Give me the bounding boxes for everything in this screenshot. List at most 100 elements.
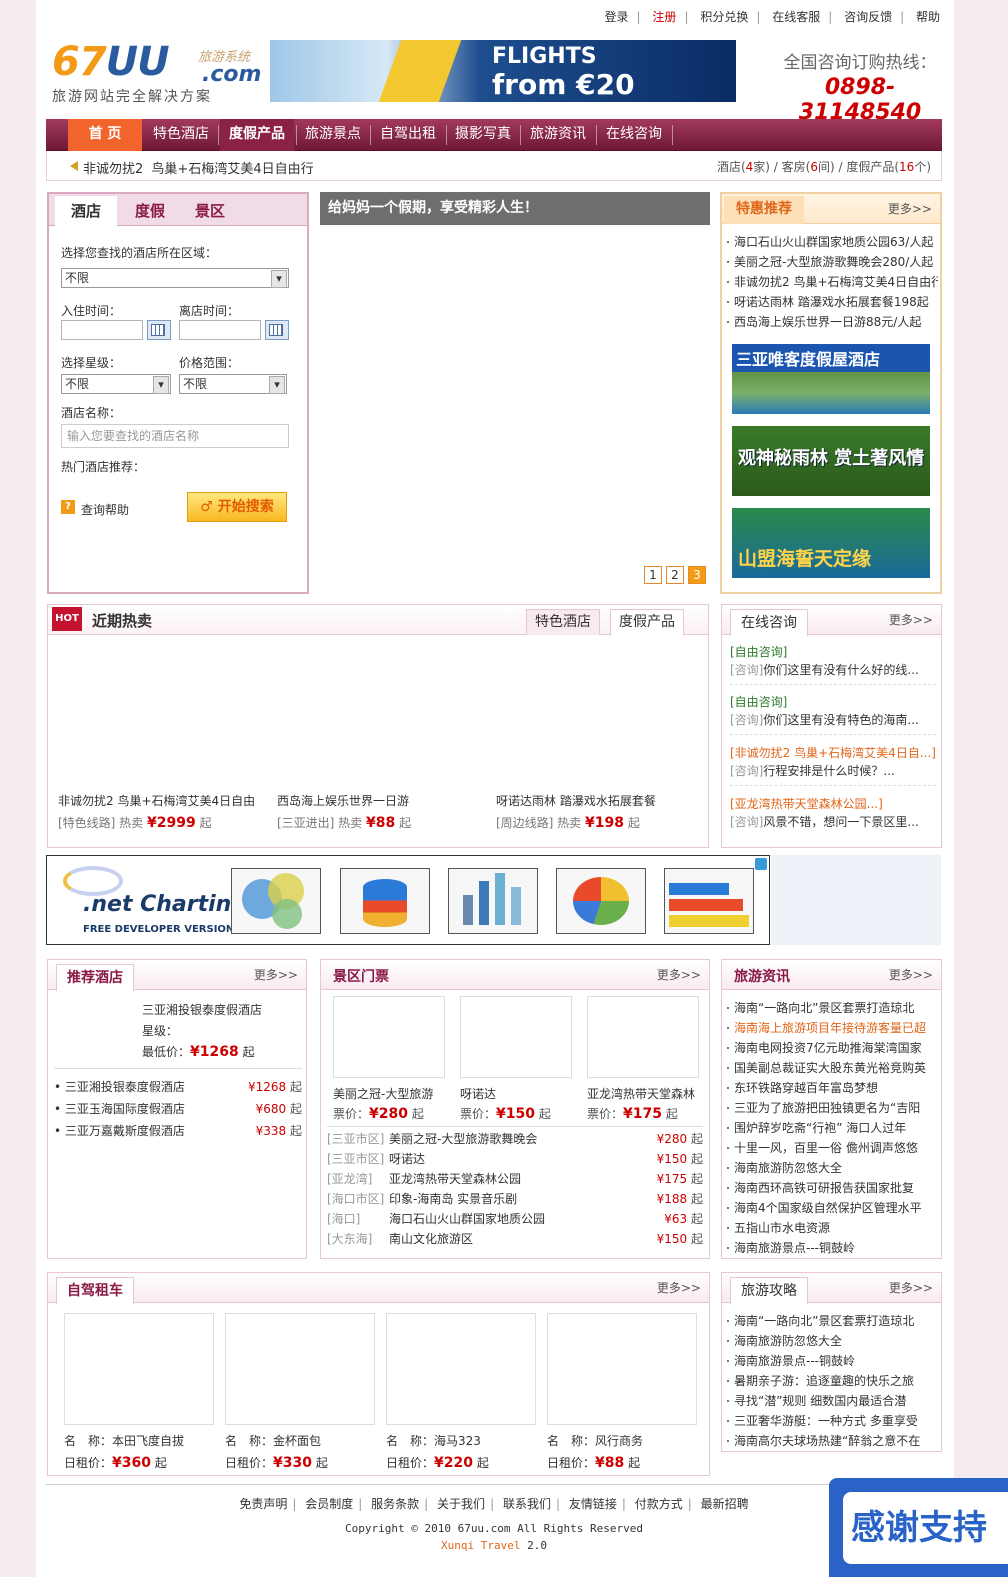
thanks-float-banner[interactable]: 感谢支持 [829,1478,1008,1577]
list-item[interactable]: 围炉辞岁吃斋“行袍” 海口人过年 [726,1118,936,1138]
product-name[interactable]: 呀诺达雨林 踏瀑戏水拓展套餐 [496,791,706,811]
login-link[interactable]: 登录 [605,10,629,24]
register-link[interactable]: 注册 [652,10,676,24]
consult-item[interactable]: [非诚勿扰2 鸟巢+石梅湾艾美4日自...] [咨询]行程安排是什么时候？... [730,744,936,786]
list-item[interactable]: 国美副总裁证实大股东黄光裕竞购英 [726,1058,936,1078]
slideshow[interactable]: 给妈妈一个假期，享受精彩人生！ 123 [320,192,710,592]
list-item[interactable]: 海南海上旅游项目年接待游客量已超 [726,1018,936,1038]
list-item[interactable]: 海南“一路向北”景区套票打造琼北 [726,998,936,1018]
car-card[interactable]: 名 称：海马323 日租价：¥220 起 [386,1313,536,1473]
hotel-name-input[interactable]: 输入您要查找的酒店名称 [61,424,289,448]
footer-link[interactable]: 最新招聘 [701,1497,749,1511]
car-card[interactable]: 名 称：风行商务 日租价：¥88 起 [547,1313,697,1473]
cars-more-link[interactable]: 更多>> [657,1279,701,1296]
list-item[interactable]: 海南“一路向北”景区套票打造琼北 [726,1311,936,1331]
ticket-card[interactable]: 亚龙湾热带天堂森林 票价：¥175 起 [587,996,699,1124]
footer-link[interactable]: 友情链接 [569,1497,617,1511]
ticket-image[interactable] [333,996,445,1078]
nav-hotels[interactable]: 特色酒店 [146,119,216,151]
list-item[interactable]: 五指山市水电资源 [726,1218,936,1238]
list-item[interactable]: 海南西环高铁可研报告获国家批复 [726,1178,936,1198]
ticket-card[interactable]: 美丽之冠-大型旅游 票价：¥280 起 [333,996,445,1124]
featured-hotel-name[interactable]: 三亚湘投银泰度假酒店 [142,1000,262,1021]
list-item[interactable]: 暑期亲子游：追逐童趣的快乐之旅 [726,1371,936,1391]
ad-info-icon[interactable] [755,858,767,870]
help-link[interactable]: 帮助 [916,10,940,24]
footer-link[interactable]: 会员制度 [305,1497,353,1511]
list-item[interactable]: 海南旅游防忽悠大全 [726,1158,936,1178]
list-item[interactable]: 三亚奢华游艇：一种方式 多重享受 [726,1411,936,1431]
table-row[interactable]: [大东海] 南山文化旅游区 ¥150 起 [327,1229,703,1249]
nav-attractions[interactable]: 旅游景点 [298,119,368,151]
product-name[interactable]: 西岛海上娱乐世界一日游 [277,791,487,811]
featured-hotel[interactable]: 三亚湘投银泰度假酒店 星级： 最低价：¥1268 起 [142,1000,262,1063]
list-item[interactable]: • 三亚玉海国际度假酒店 ¥680 起 [54,1099,302,1119]
tab-featured-hotels[interactable]: 特色酒店 [526,609,600,635]
tab-hotel[interactable]: 酒店 [55,196,117,227]
footer-link[interactable]: 关于我们 [437,1497,485,1511]
list-item[interactable]: 十里一风，百里一俗 儋州调声悠悠 [726,1138,936,1158]
list-item[interactable]: 寻找“潜”规则 细数国内最适合潜 [726,1391,936,1411]
list-item[interactable]: 海南旅游防忽悠大全 [726,1331,936,1351]
car-image[interactable] [64,1313,214,1425]
list-item[interactable]: 呀诺达雨林 踏瀑戏水拓展套餐198起 [726,292,938,312]
feedback-link[interactable]: 咨询反馈 [844,10,892,24]
list-item[interactable]: 三亚为了旅游把田独镇更名为“吉阳 [726,1098,936,1118]
service-link[interactable]: 在线客服 [772,10,820,24]
consult-more-link[interactable]: 更多>> [889,611,933,628]
scrolling-news[interactable]: 非诚勿扰2 鸟巢+石梅湾艾美4日自由行 [67,158,314,177]
news-more-link[interactable]: 更多>> [889,966,933,983]
footer-link[interactable]: 免责声明 [239,1497,287,1511]
table-row[interactable]: [三亚市区] 美丽之冠-大型旅游歌舞晚会 ¥280 起 [327,1129,703,1149]
list-item[interactable]: 海南旅游景点---铜鼓岭 [726,1238,936,1258]
guide-more-link[interactable]: 更多>> [889,1279,933,1296]
ad-love-island[interactable]: 山盟海誓天定缘 [732,508,930,578]
rechotel-more-link[interactable]: 更多>> [254,966,298,983]
area-select[interactable]: 不限 [61,268,289,288]
table-row[interactable]: [亚龙湾] 亚龙湾热带天堂森林公园 ¥175 起 [327,1169,703,1189]
list-item[interactable]: 西岛海上娱乐世界一日游88元/人起 [726,312,938,332]
list-item[interactable]: 东环铁路穿越百年富岛梦想 [726,1078,936,1098]
search-help-link[interactable]: 查询帮助 [81,501,129,518]
nav-photo[interactable]: 摄影写真 [448,119,518,151]
slide-page-2[interactable]: 2 [666,566,684,584]
footer-link[interactable]: 服务条款 [371,1497,419,1511]
hot-product[interactable]: 非诚勿扰2 鸟巢+石梅湾艾美4日自由 [特色线路] 热卖 ¥2999 起 [58,791,268,833]
list-item[interactable]: 海南4个国家级自然保护区管理水平 [726,1198,936,1218]
price-select[interactable]: 不限 [179,374,287,394]
car-image[interactable] [225,1313,375,1425]
tab-holiday[interactable]: 度假 [119,196,181,226]
consult-item[interactable]: [自由咨询] [咨询]你们这里有没有什么好的线... [730,643,936,685]
list-item[interactable]: 美丽之冠-大型旅游歌舞晚会280/人起 [726,252,938,272]
footer-link[interactable]: 联系我们 [503,1497,551,1511]
table-row[interactable]: [海口] 海口石山火山群国家地质公园 ¥63 起 [327,1209,703,1229]
nav-car-rental[interactable]: 自驾出租 [372,119,444,151]
tab-scenic[interactable]: 景区 [179,196,241,226]
product-name[interactable]: 非诚勿扰2 鸟巢+石梅湾艾美4日自由 [58,791,268,811]
nav-home[interactable]: 首 页 [68,119,142,151]
slide-page-3[interactable]: 3 [688,566,706,584]
search-button[interactable]: ♂ 开始搜索 [187,492,287,522]
consult-item[interactable]: [亚龙湾热带天堂森林公园...] [咨询]风景不错，想问一下景区里... [730,795,936,831]
ticket-image[interactable] [587,996,699,1078]
ticket-card[interactable]: 呀诺达 票价：¥150 起 [460,996,572,1124]
table-row[interactable]: [三亚市区] 呀诺达 ¥150 起 [327,1149,703,1169]
flights-banner[interactable]: FLIGHTS from €20 [270,40,736,102]
checkout-input[interactable] [179,320,261,340]
nav-news[interactable]: 旅游资讯 [522,119,594,151]
car-image[interactable] [547,1313,697,1425]
hot-product[interactable]: 呀诺达雨林 踏瀑戏水拓展套餐 [周边线路] 热卖 ¥198 起 [496,791,706,833]
list-item[interactable]: 非诚勿扰2 鸟巢+石梅湾艾美4日自由行 [726,272,938,292]
special-more-link[interactable]: 更多>> [888,200,932,217]
hot-product[interactable]: 西岛海上娱乐世界一日游 [三亚进出] 热卖 ¥88 起 [277,791,487,833]
nav-products[interactable]: 度假产品 [220,119,294,151]
nav-consult[interactable]: 在线咨询 [598,119,670,151]
calendar-icon[interactable] [147,320,171,340]
star-select[interactable]: 不限 [61,374,171,394]
list-item[interactable]: • 三亚湘投银泰度假酒店 ¥1268 起 [54,1077,302,1097]
list-item[interactable]: 海南高尔夫球场热建“醉翁之意不在 [726,1431,936,1451]
site-logo[interactable]: 67UU 旅游系统 .com 旅游网站完全解决方案 [52,40,261,110]
car-card[interactable]: 名 称：金杯面包 日租价：¥330 起 [225,1313,375,1473]
list-item[interactable]: 海南电网投资7亿元助推海棠湾国家 [726,1038,936,1058]
slide-page-1[interactable]: 1 [644,566,662,584]
